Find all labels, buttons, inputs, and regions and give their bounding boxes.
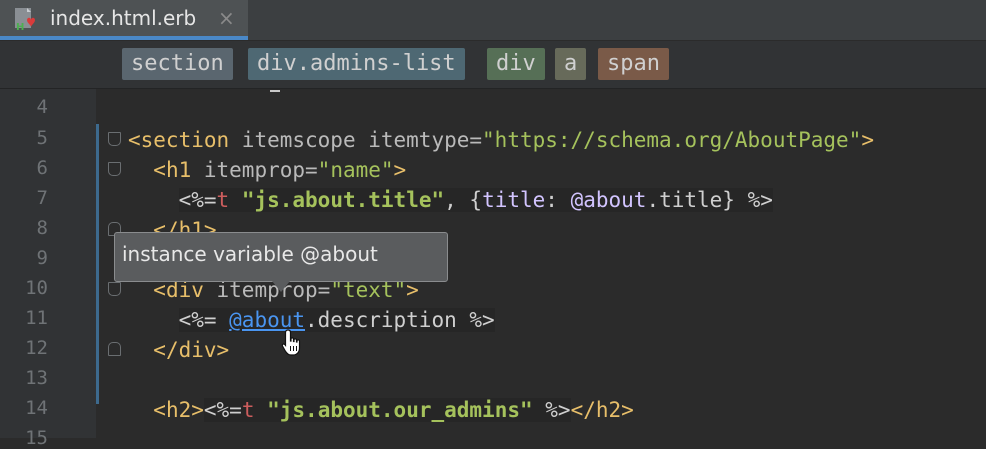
- fold-end-icon[interactable]: [108, 342, 121, 356]
- hash-key: title: [482, 188, 546, 212]
- erb-close: %>: [734, 188, 773, 212]
- erb-file-icon: H: [15, 8, 35, 32]
- code-line-12[interactable]: </div>: [128, 335, 229, 365]
- tag-close: </div>: [153, 338, 230, 362]
- tooltip-text: instance variable @about: [122, 242, 378, 266]
- punctuation: , {: [444, 188, 483, 212]
- code-line-6[interactable]: <h1 itemprop="name">: [128, 155, 406, 185]
- tag-close: >: [861, 128, 874, 152]
- fold-icon[interactable]: [108, 132, 121, 146]
- method-chain: .title}: [646, 188, 735, 212]
- method-call: t: [216, 188, 230, 212]
- code-line-14[interactable]: <h2><%=t "js.about.our_admins" %></h2>: [128, 395, 634, 425]
- attribute: itemprop=: [191, 158, 318, 182]
- line-number: 9: [36, 247, 48, 269]
- matched-bracket-marker: [270, 90, 280, 92]
- punctuation: :: [545, 188, 571, 212]
- attribute-value: "name": [317, 158, 394, 182]
- tag-open: <h1: [153, 158, 192, 182]
- tag-close: </h2>: [570, 398, 634, 422]
- svg-text:H: H: [16, 22, 24, 32]
- erb-close: %>: [469, 308, 495, 332]
- code-line-7[interactable]: <%=t "js.about.title", {title: @about.ti…: [128, 185, 773, 215]
- space: [229, 188, 242, 212]
- line-number: 10: [25, 277, 48, 299]
- fold-icon[interactable]: [108, 282, 121, 296]
- line-number: 8: [36, 217, 48, 239]
- string-literal: "js.about.title": [241, 188, 445, 212]
- quick-info-tooltip: instance variable @about: [114, 232, 448, 282]
- tab-index-html-erb[interactable]: H index.html.erb ×: [0, 0, 248, 40]
- breadcrumb: section div.admins-list div a span: [0, 41, 986, 89]
- code-line-11[interactable]: <%= @about.description %>: [128, 305, 495, 335]
- hand-pointer-icon: [281, 329, 301, 356]
- line-number: 5: [36, 127, 48, 149]
- fold-icon[interactable]: [108, 162, 121, 176]
- line-number: 6: [36, 157, 48, 179]
- method-chain: .description: [305, 308, 470, 332]
- erb-open: <%=: [178, 308, 230, 332]
- line-number: 15: [25, 427, 48, 449]
- tag-close: >: [393, 158, 407, 182]
- close-icon[interactable]: ×: [218, 6, 235, 30]
- tab-title: index.html.erb: [50, 6, 197, 30]
- line-number: 14: [25, 397, 48, 419]
- erb-close: %>: [532, 398, 571, 422]
- attribute: itemscope itemtype=: [229, 128, 483, 152]
- line-number: 13: [25, 367, 48, 389]
- code-line-5[interactable]: <section itemscope itemtype="https://sch…: [128, 125, 874, 155]
- line-number: 7: [36, 187, 48, 209]
- line-number: 12: [25, 337, 48, 359]
- breadcrumb-div[interactable]: div: [487, 48, 545, 80]
- changed-lines-marker: [96, 124, 99, 404]
- breadcrumb-a[interactable]: a: [555, 48, 587, 80]
- breadcrumb-div-admins-list[interactable]: div.admins-list: [248, 48, 465, 80]
- instance-variable: @about: [570, 188, 647, 212]
- tag-open: <section: [128, 128, 230, 152]
- tooltip-arrow: [272, 281, 290, 292]
- line-number: 11: [25, 307, 48, 329]
- space: [254, 398, 268, 422]
- breadcrumb-span[interactable]: span: [598, 48, 669, 80]
- tag-open: <h2>: [153, 398, 204, 422]
- line-number: 4: [36, 96, 48, 118]
- string-literal: "js.about.our_admins": [267, 398, 533, 422]
- editor-tab-bar: H index.html.erb ×: [0, 0, 986, 41]
- erb-open: <%=: [203, 398, 242, 422]
- erb-open: <%=: [178, 188, 217, 212]
- breadcrumb-section[interactable]: section: [122, 48, 233, 80]
- method-call: t: [241, 398, 255, 422]
- attribute-value: "https://schema.org/AboutPage": [482, 128, 862, 152]
